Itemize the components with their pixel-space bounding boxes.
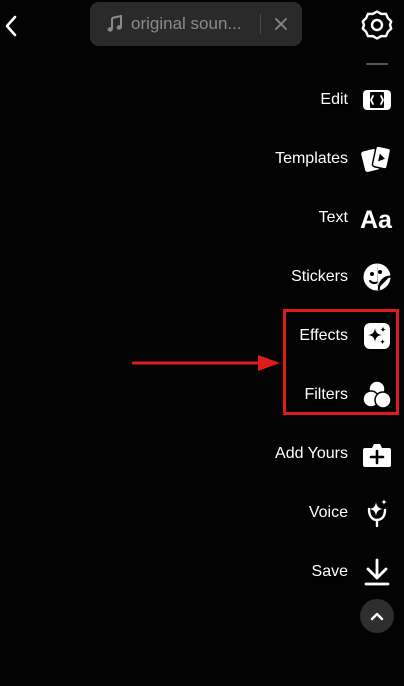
edit-clip-icon [360, 83, 394, 117]
tool-save-label: Save [311, 563, 348, 580]
tool-save[interactable]: Save [312, 554, 394, 590]
tool-stickers[interactable]: Stickers [291, 259, 394, 295]
chevron-left-icon [5, 15, 17, 37]
tool-stickers-label: Stickers [291, 268, 348, 285]
tool-add-yours-label: Add Yours [275, 445, 348, 462]
sticker-icon [360, 260, 394, 294]
templates-cards-icon [360, 142, 394, 176]
tool-voice-label: Voice [308, 504, 348, 521]
gear-icon [361, 10, 393, 40]
sound-name[interactable]: original soun... [131, 14, 249, 34]
text-aa-icon: Aa [360, 201, 394, 235]
add-yours-icon [360, 437, 394, 471]
highlight-box [283, 309, 399, 415]
download-icon [360, 555, 394, 589]
close-icon [275, 18, 287, 30]
tool-add-yours[interactable]: Add Yours [275, 436, 394, 472]
toolbar-divider [366, 63, 388, 65]
music-note-icon [106, 14, 124, 34]
voice-effect-icon [360, 496, 394, 530]
settings-button[interactable] [360, 8, 394, 42]
remove-sound-button[interactable] [270, 13, 292, 35]
tool-edit[interactable]: Edit [320, 82, 394, 118]
sound-pill[interactable]: original soun... [90, 2, 302, 46]
tool-templates[interactable]: Templates [275, 141, 394, 177]
tool-voice[interactable]: Voice [309, 495, 394, 531]
annotation-arrow [132, 355, 280, 371]
collapse-toolbar-button[interactable] [360, 599, 394, 633]
sound-divider [260, 14, 261, 34]
back-button[interactable] [0, 8, 22, 44]
chevron-up-icon [370, 612, 384, 621]
tool-text[interactable]: Text Aa [319, 200, 394, 236]
tool-edit-label: Edit [320, 91, 348, 108]
svg-text:Aa: Aa [360, 206, 393, 232]
tool-templates-label: Templates [275, 150, 348, 167]
video-editor-screen: original soun... Edit Templates Text Aa … [0, 0, 404, 686]
tool-text-label: Text [318, 209, 348, 226]
